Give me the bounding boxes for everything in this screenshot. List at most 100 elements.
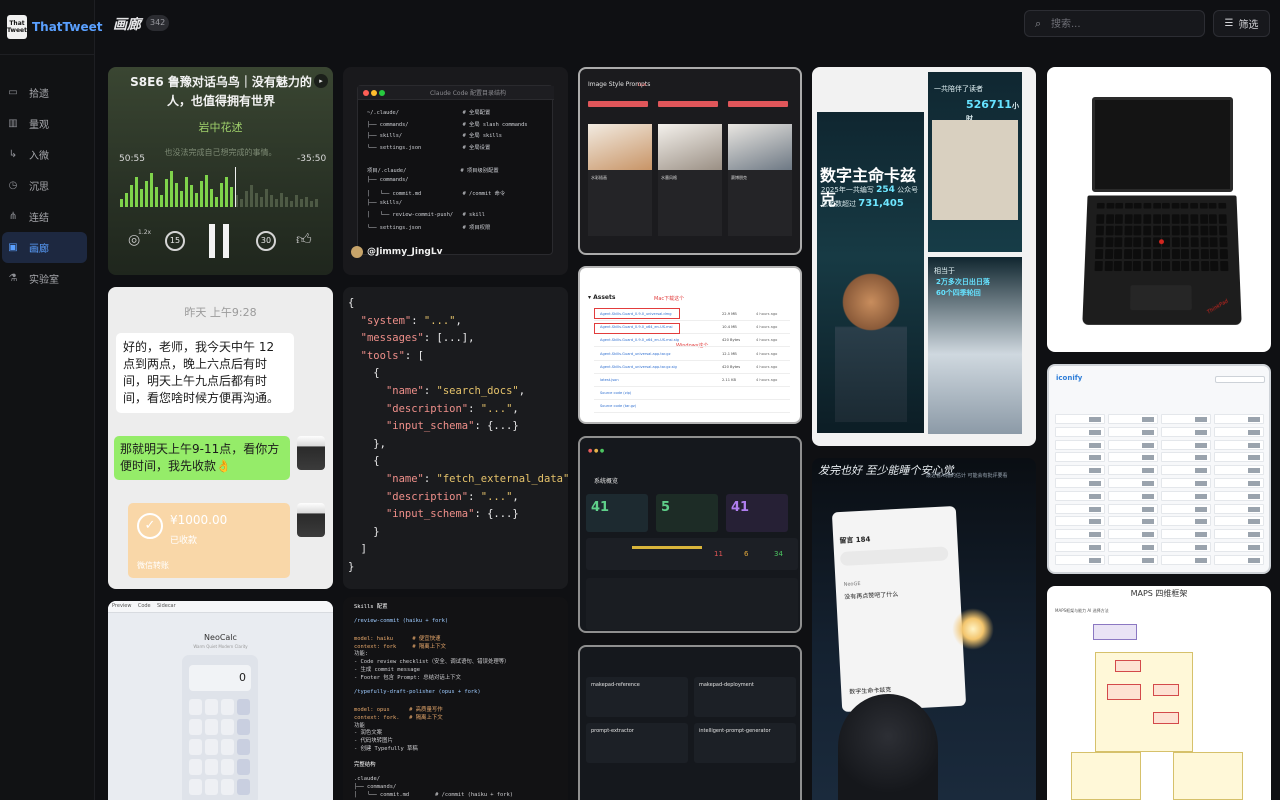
gallery-card-phone-scene[interactable]: 发完也好 至少能睡个安心觉 最近看AI播的估计 可能会有批评要看 留言 184 … [812,458,1036,800]
icon-set-tile[interactable] [1161,439,1211,450]
gallery-card-claude-tree[interactable]: Claude Code 配置目录结构 ~/.claude/ # 全局配置 ├── … [343,67,568,275]
icon-set-tile[interactable] [1161,414,1211,424]
icon-set-tile[interactable] [1055,414,1105,424]
icon-set-tile[interactable] [1214,439,1264,450]
gallery-card-chat[interactable]: 昨天 上午9:28 好的，老师，我今天中午 12 点到两点，晚上六点后有时间，明… [108,287,333,589]
sidebar-item-chensi[interactable]: ◷ 沉思 [2,170,87,201]
icon-set-tile[interactable] [1108,426,1158,437]
icon-set-tile[interactable] [1108,490,1158,501]
gallery-card-podcast[interactable]: S8E6 鲁豫对话乌鸟｜没有魅力的人，也值得拥有世界 ▸ 岩中花述 也没法完成自… [108,67,333,275]
calc-tab-preview[interactable]: Preview [112,603,131,609]
gallery-card-image-prompts[interactable]: Image Style Prompts Live 水彩插画 水墨风格 赛博朋克 [578,67,802,255]
calc-key[interactable] [237,739,250,755]
icon-set-tile[interactable] [1055,490,1105,501]
icon-set-tile[interactable] [1055,439,1105,450]
icon-set-tile[interactable] [1161,503,1211,514]
gallery-card-dashboard[interactable]: ● ● ● 系统概览 41 5 41 11 6 34 [578,436,802,633]
icon-set-tile[interactable] [1214,542,1264,552]
calc-key[interactable] [189,739,202,755]
icon-set-tile[interactable] [1161,452,1211,463]
search-box[interactable]: ⌕ [1024,10,1205,37]
calc-key[interactable] [237,759,250,775]
skill-item[interactable]: makepad-deployment [694,677,796,717]
gallery-card-iconify[interactable]: iconify [1047,364,1271,574]
calc-key[interactable] [205,759,218,775]
gallery-card-skills-list[interactable]: makepad-reference makepad-deployment pro… [578,645,802,800]
icon-set-tile[interactable] [1161,465,1211,476]
playhead[interactable] [235,167,236,207]
calc-key[interactable] [221,759,234,775]
asset-row[interactable]: Agent.Skills.Guard_universal.app.tar.gz 1… [594,350,790,361]
icon-set-tile[interactable] [1055,465,1105,476]
sidebar-item-lab[interactable]: ⚗ 实验室 [2,263,87,294]
asset-name[interactable]: Agent.Skills.Guard_universal.app.tar.gz [600,352,670,356]
calc-key[interactable] [205,739,218,755]
calc-key[interactable] [221,779,234,795]
icon-set-tile[interactable] [1108,439,1158,450]
icon-set-tile[interactable] [1108,503,1158,514]
prompt-tab[interactable] [728,101,788,107]
calc-tab-sidecar[interactable]: Sidecar [157,603,176,609]
icon-set-tile[interactable] [1108,542,1158,552]
thumbs-up-icon[interactable]: 👍︎ [296,230,312,249]
asset-row[interactable]: Source code (zip) [594,389,790,401]
icon-set-tile[interactable] [1108,529,1158,540]
icon-set-tile[interactable] [1214,490,1264,501]
icon-set-tile[interactable] [1055,542,1105,552]
icon-set-tile[interactable] [1161,529,1211,540]
prompt-tab[interactable] [658,101,718,107]
asset-row[interactable]: Agent.Skills.Guard_universal.app.tar.gz.… [594,363,790,374]
icon-set-tile[interactable] [1161,542,1211,552]
calc-key[interactable] [237,779,250,795]
calc-key[interactable] [221,719,234,735]
asset-name[interactable]: Agent.Skills.Guard_0.9.0_x64_en-US.msi.s… [600,338,679,342]
pause-button[interactable] [209,224,231,258]
icon-set-tile[interactable] [1161,478,1211,488]
icon-set-tile[interactable] [1108,452,1158,463]
icon-set-tile[interactable] [1214,414,1264,424]
sidebar-item-gallery[interactable]: ▣ 画廊 [2,232,87,263]
icon-set-tile[interactable] [1214,503,1264,514]
icon-set-tile[interactable] [1214,426,1264,437]
gallery-card-skills-doc[interactable]: Skills 配置/review-commit (haiku + fork) mo… [343,597,568,800]
icon-set-tile[interactable] [1055,529,1105,540]
brand[interactable]: That Tweet ThatTweet [0,0,103,55]
gallery-card-json[interactable]: { "system": "...", "messages": [...], "t… [343,287,568,589]
sidebar-item-ruwei[interactable]: ↳ 入微 [2,139,87,170]
calc-key[interactable] [189,699,202,715]
calc-key[interactable] [221,739,234,755]
podcast-more-icon[interactable]: ▸ [314,74,328,88]
icon-set-tile[interactable] [1214,516,1264,527]
icon-set-tile[interactable] [1108,478,1158,488]
calc-key[interactable] [221,699,234,715]
icon-set-tile[interactable] [1055,516,1105,527]
prompt-item[interactable]: 水墨风格 [658,124,722,236]
asset-row[interactable]: Agent.Skills.Guard_0.9.0_x64_en-US.msi.s… [594,336,790,348]
gallery-card-laptop[interactable]: ThinkPad [1047,67,1271,352]
asset-name[interactable]: Agent.Skills.Guard_universal.app.tar.gz.… [600,365,677,369]
calc-key[interactable] [237,719,250,735]
gallery-card-calculator[interactable]: Preview Code Sidecar NeoCalc Warm Quiet … [108,601,333,800]
asset-row[interactable]: latest.json 2.11 KB 4 hours ago [594,376,790,387]
calc-key[interactable] [189,779,202,795]
icon-set-tile[interactable] [1055,554,1105,565]
icon-set-tile[interactable] [1108,465,1158,476]
prompt-tab[interactable] [588,101,648,107]
sidebar-item-liangguan[interactable]: ▥ 量观 [2,108,87,139]
icon-set-tile[interactable] [1108,554,1158,565]
sidebar-item-lianjie[interactable]: ⋔ 连结 [2,201,87,232]
icon-set-tile[interactable] [1214,554,1264,565]
calc-key[interactable] [237,699,250,715]
asset-name[interactable]: Source code (zip) [600,391,631,395]
icon-set-tile[interactable] [1161,554,1211,565]
skill-item[interactable]: prompt-extractor [586,723,688,763]
icon-set-tile[interactable] [1108,414,1158,424]
icon-set-tile[interactable] [1161,516,1211,527]
gallery-card-assets[interactable]: ▾ Assets Mac下载这个 Windows这个 Agent.Skills.… [578,266,802,424]
icon-set-tile[interactable] [1161,426,1211,437]
transfer-card[interactable]: ✓ ¥1000.00 已收款 微信转账 [128,503,290,578]
asset-name[interactable]: latest.json [600,378,619,382]
icon-set-tile[interactable] [1055,503,1105,514]
asset-name[interactable]: Source code (tar.gz) [600,404,636,408]
calc-key[interactable] [189,719,202,735]
